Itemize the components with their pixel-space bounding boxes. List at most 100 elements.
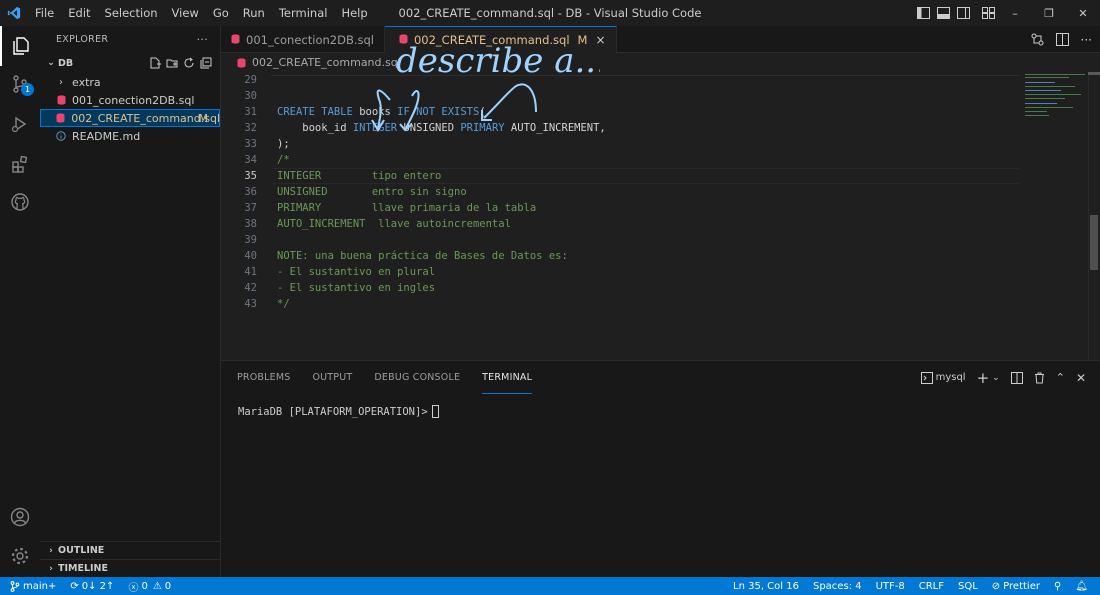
code-line[interactable]: 41 - El sustantivo en plural (221, 264, 1021, 280)
tree-item-001-conection2db[interactable]: 001_conection2DB.sql (40, 91, 220, 109)
split-terminal-icon[interactable] (1010, 371, 1023, 384)
source-control-icon[interactable]: 1 (0, 64, 40, 104)
tab-problems[interactable]: PROBLEMS (237, 361, 290, 394)
outline-section[interactable]: › OUTLINE (40, 541, 221, 559)
tab-output[interactable]: OUTPUT (312, 361, 352, 394)
maximize-panel-icon[interactable]: ⌃ (1056, 371, 1065, 384)
feedback-icon[interactable]: ⚲ (1054, 581, 1061, 592)
code-line[interactable]: 43 */ (221, 296, 1021, 312)
code-token: UNSIGNED entro sin signo (277, 186, 467, 198)
code-text: ); (277, 138, 290, 150)
tab-debug-console[interactable]: DEBUG CONSOLE (374, 361, 460, 394)
code-text: NOTE: una buena práctica de Bases de Dat… (277, 250, 568, 262)
indentation[interactable]: Spaces: 4 (813, 581, 862, 592)
chevron-down-icon: ⌄ (47, 58, 55, 68)
code-line[interactable]: 30 (221, 88, 1021, 104)
tab-terminal[interactable]: TERMINAL (482, 361, 533, 394)
tab-001-conection2db[interactable]: 001_conection2DB.sql (221, 26, 385, 53)
warning-count: 0 (164, 580, 172, 592)
terminal-output[interactable]: MariaDB [PLATAFORM_OPERATION]> (238, 405, 439, 418)
code-editor[interactable]: 29 30 31 CREATE TABLE books IF NOT EXISTS(3… (221, 72, 1100, 360)
code-line[interactable]: 42 - El sustantivo en ingles (221, 280, 1021, 296)
extensions-icon[interactable] (0, 144, 40, 184)
line-number: 30 (244, 90, 257, 102)
database-file-icon (399, 33, 408, 47)
prettier-status[interactable]: ⊘ Prettier (992, 581, 1040, 592)
cursor-position[interactable]: Ln 35, Col 16 (733, 581, 799, 592)
code-line[interactable]: 38 AUTO_INCREMENT llave autoincremental (221, 216, 1021, 232)
branch-indicator[interactable]: main+ (10, 581, 56, 592)
more-actions-icon[interactable]: ··· (1081, 33, 1092, 47)
chevron-down-icon[interactable]: ⌄ (992, 373, 1000, 383)
notifications-bell-icon[interactable]: 🔔︎ (1075, 581, 1088, 592)
menu-terminal[interactable]: Terminal (272, 0, 335, 26)
close-tab-icon[interactable]: × (595, 33, 605, 47)
code-line[interactable]: 39 (221, 232, 1021, 248)
code-line[interactable]: 32 book_id INTEGER UNSIGNED PRIMARY AUTO… (221, 120, 1021, 136)
encoding[interactable]: UTF-8 (876, 581, 905, 592)
code-line[interactable]: 37 PRIMARY llave primaria de la tabla (221, 200, 1021, 216)
line-number: 36 (244, 186, 257, 198)
toggle-primary-sidebar-icon[interactable] (914, 0, 932, 26)
explorer-sidebar: EXPLORER ··· ⌄ DB › extra 001_conection2… (40, 26, 221, 577)
tree-item-label: 001_conection2DB.sql (72, 93, 195, 107)
collapse-all-icon[interactable] (200, 57, 212, 69)
menu-file[interactable]: File (28, 0, 61, 26)
tree-item-002-create-command[interactable]: 002_CREATE_command.sql M (40, 109, 220, 127)
tree-item-extra[interactable]: › extra (40, 73, 220, 91)
minimap[interactable] (1023, 72, 1091, 120)
code-line[interactable]: 40 NOTE: una buena práctica de Bases de D… (221, 248, 1021, 264)
customize-layout-icon[interactable] (979, 0, 997, 26)
code-text: - El sustantivo en ingles (277, 282, 435, 294)
menu-run[interactable]: Run (236, 0, 272, 26)
split-editor-icon[interactable] (1055, 33, 1069, 46)
settings-gear-icon[interactable] (0, 536, 40, 576)
open-changes-icon[interactable] (1031, 33, 1044, 46)
toggle-secondary-sidebar-icon[interactable] (954, 0, 972, 26)
sync-indicator[interactable]: ⟳ 0↓ 2↑ (70, 581, 114, 592)
code-token: CREATE TABLE (277, 106, 360, 118)
scrollbar-thumb[interactable] (1090, 215, 1098, 270)
code-line[interactable]: 36 UNSIGNED entro sin signo (221, 184, 1021, 200)
trash-icon[interactable] (1034, 372, 1045, 384)
menu-help[interactable]: Help (334, 0, 374, 26)
toggle-panel-icon[interactable] (934, 0, 952, 26)
account-icon[interactable] (0, 497, 40, 537)
workspace-folder[interactable]: ⌄ DB (40, 53, 220, 73)
menu-edit[interactable]: Edit (61, 0, 97, 26)
status-bar: main+ ⟳ 0↓ 2↑ ⓧ 0 ⚠ 0 Ln 35, Col 16 Spac… (0, 577, 1100, 595)
editor-tabs: 001_conection2DB.sql 002_CREATE_command.… (221, 26, 1100, 53)
line-number: 33 (244, 138, 257, 150)
code-line[interactable]: 31 CREATE TABLE books IF NOT EXISTS( (221, 104, 1021, 120)
minimize-icon[interactable]: – (998, 0, 1032, 26)
close-panel-icon[interactable]: ✕ (1076, 371, 1086, 385)
code-line[interactable]: 35 INTEGER tipo entero (221, 168, 1021, 184)
vertical-scrollbar[interactable] (1088, 72, 1100, 360)
tree-item-readme[interactable]: README.md (40, 127, 220, 145)
code-token: NOTE: una buena práctica de Bases de Dat… (277, 250, 568, 262)
new-file-icon[interactable] (149, 57, 161, 69)
run-debug-icon[interactable] (0, 104, 40, 144)
code-line[interactable]: 29 (221, 72, 1021, 88)
new-folder-icon[interactable] (166, 57, 178, 69)
language-mode[interactable]: SQL (958, 581, 978, 592)
explorer-more-icon[interactable]: ··· (197, 33, 208, 46)
terminal-selector[interactable]: mysql (920, 371, 966, 384)
refresh-icon[interactable] (183, 57, 195, 69)
breadcrumb-file[interactable]: 002_CREATE_command.sql (252, 56, 401, 69)
restore-icon[interactable]: ❐ (1032, 0, 1066, 26)
menu-go[interactable]: Go (206, 0, 236, 26)
code-line[interactable]: 33); (221, 136, 1021, 152)
close-window-icon[interactable]: ✕ (1066, 0, 1100, 26)
tab-002-create-command[interactable]: 002_CREATE_command.sql M × (384, 26, 617, 53)
code-line[interactable]: 34 /* (221, 152, 1021, 168)
menu-view[interactable]: View (165, 0, 206, 26)
github-icon[interactable] (0, 182, 40, 222)
menu-selection[interactable]: Selection (98, 0, 165, 26)
timeline-section[interactable]: › TIMELINE (40, 559, 221, 577)
problems-indicator[interactable]: ⓧ 0 ⚠ 0 (128, 579, 171, 594)
breadcrumb[interactable]: 002_CREATE_command.sql (221, 53, 1100, 72)
new-terminal-icon[interactable]: + (977, 369, 990, 387)
end-of-line[interactable]: CRLF (919, 581, 944, 592)
explorer-icon[interactable] (0, 26, 40, 66)
